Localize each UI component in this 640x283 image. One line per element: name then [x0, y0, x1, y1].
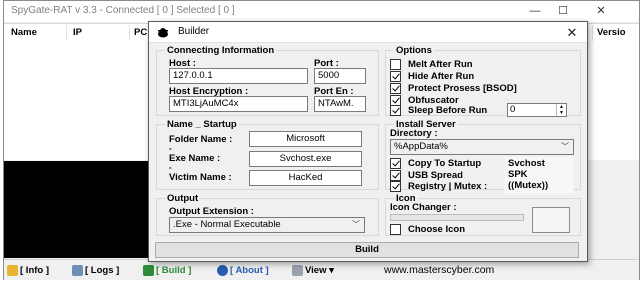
icon-changer-bar	[390, 214, 524, 221]
checkbox-box	[390, 71, 401, 82]
checkbox-box	[390, 181, 401, 192]
build-icon	[143, 264, 154, 276]
column-header-pc[interactable]: PC	[134, 27, 147, 38]
chevron-down-icon: ﹀	[561, 142, 569, 151]
maximize-button[interactable]: ☐	[548, 1, 578, 22]
output-title: Output	[165, 193, 201, 204]
options-title: Options	[394, 45, 434, 56]
checkbox-box	[390, 170, 401, 181]
checkbox-box	[390, 105, 401, 116]
sleep-seconds-spinner[interactable]: 0 ▲ ▼	[507, 103, 567, 117]
exe-name-input[interactable]: Svchost.exe	[249, 151, 362, 167]
logs-tab-label: [ Logs ]	[85, 264, 120, 276]
sleep-seconds-value: 0	[510, 104, 516, 115]
folder-name-input[interactable]: Microsoft	[249, 131, 362, 147]
checkbox-label: Hide After Run	[408, 71, 475, 82]
checkbox-box	[390, 83, 401, 94]
output-extension-select[interactable]: .Exe - Normal Executable ﹀	[169, 217, 365, 233]
about-tab[interactable]: [ About ]	[217, 262, 269, 278]
info-icon	[7, 264, 18, 276]
build-tab[interactable]: [ Build ]	[143, 262, 191, 278]
checkbox-label: Sleep Before Run	[408, 105, 488, 116]
builder-close-button[interactable]: ✕	[561, 23, 583, 42]
info-tab-label: [ Info ]	[20, 264, 50, 276]
column-separator[interactable]	[592, 25, 593, 41]
checkbox-label: Protect Prosess [BSOD]	[408, 83, 517, 94]
view-menu-label: View ▾	[305, 264, 334, 276]
icon-changer-label: Icon Changer :	[390, 202, 457, 213]
protect-process-checkbox[interactable]: Protect Prosess [BSOD]	[390, 83, 517, 94]
victim-name-label: Victim Name :	[169, 172, 232, 183]
folder-name-label: Folder Name :	[169, 134, 233, 145]
checkbox-label: Choose Icon	[408, 224, 466, 235]
view-icon	[292, 264, 303, 276]
build-tab-label: [ Build ]	[156, 264, 192, 276]
builder-titlebar: Builder ✕	[149, 22, 587, 43]
checkbox-label: Melt After Run	[408, 59, 473, 70]
connecting-information-title: Connecting Information	[165, 45, 277, 56]
build-button[interactable]: Build	[155, 242, 579, 258]
directory-select[interactable]: %AppData% ﹀	[390, 139, 574, 155]
website-link[interactable]: www.masterscyber.com	[384, 262, 494, 278]
output-extension-label: Output Extension :	[169, 206, 254, 217]
mutex-input[interactable]: ((Mutex))	[504, 178, 574, 194]
name-startup-title: Name _ Startup	[165, 119, 239, 130]
connecting-information-group: Connecting Information Host : 127.0.0.1 …	[156, 45, 379, 116]
name-startup-group: Name _ Startup Folder Name : - Microsoft…	[156, 119, 379, 190]
spy-icon	[158, 28, 168, 38]
mutex-value: ((Mutex))	[508, 180, 549, 191]
spinner-arrows-icon[interactable]: ▲ ▼	[556, 104, 566, 116]
icon-preview[interactable]	[532, 207, 570, 233]
minimize-button[interactable]: —	[520, 1, 550, 22]
output-extension-value: .Exe - Normal Executable	[173, 219, 281, 230]
logs-tab[interactable]: [ Logs ]	[72, 262, 119, 278]
victim-name-input[interactable]: HacKed	[249, 170, 362, 186]
about-icon	[217, 264, 228, 276]
checkbox-label: Copy To Startup	[408, 158, 482, 169]
column-separator[interactable]	[66, 25, 67, 41]
exe-name-dash: -	[169, 163, 172, 172]
close-button[interactable]: ✕	[586, 1, 616, 22]
registry-mutex-checkbox[interactable]: Registry | Mutex :	[390, 181, 487, 192]
melt-after-run-checkbox[interactable]: Melt After Run	[390, 59, 473, 70]
main-window-title: SpyGate-RAT v 3.3 - Connected [ 0 ] Sele…	[11, 5, 235, 16]
icon-group: Icon Icon Changer : Choose Icon	[385, 193, 581, 236]
info-tab[interactable]: [ Info ]	[7, 262, 49, 278]
checkbox-box	[390, 224, 401, 235]
port-encryption-input[interactable]: NTAwM.	[314, 96, 366, 112]
hide-after-run-checkbox[interactable]: Hide After Run	[390, 71, 474, 82]
sleep-before-run-checkbox[interactable]: Sleep Before Run	[390, 105, 487, 116]
builder-title: Builder	[178, 26, 210, 37]
column-header-name[interactable]: Name	[11, 27, 37, 38]
log-panel[interactable]	[4, 161, 150, 258]
view-menu[interactable]: View ▾	[292, 262, 334, 278]
options-group: Options Melt After Run Hide After Run Pr…	[385, 45, 581, 117]
column-separator[interactable]	[129, 25, 130, 41]
about-tab-label: [ About ]	[230, 264, 269, 276]
exe-name-label: Exe Name :	[169, 153, 221, 164]
choose-icon-checkbox[interactable]: Choose Icon	[390, 224, 465, 235]
port-input[interactable]: 5000	[314, 68, 366, 84]
logs-icon	[72, 264, 83, 276]
folder-name-dash: -	[169, 144, 172, 153]
chevron-down-icon: ﹀	[352, 220, 360, 229]
column-header-ip[interactable]: IP	[73, 27, 82, 38]
builder-dialog: Builder ✕ Connecting Information Host : …	[148, 21, 588, 262]
usb-spread-checkbox[interactable]: USB Spread	[390, 170, 463, 181]
host-input[interactable]: 127.0.0.1	[169, 68, 308, 84]
checkbox-box	[390, 158, 401, 169]
host-encryption-input[interactable]: MTI3LjAuMC4x	[169, 96, 308, 112]
column-header-version[interactable]: Versio	[597, 27, 626, 38]
checkbox-label: Registry | Mutex :	[408, 181, 488, 192]
status-bar: [ Info ] [ Logs ] [ Build ] [ About ] Vi…	[4, 259, 639, 280]
checkbox-box	[390, 59, 401, 70]
directory-value: %AppData%	[394, 141, 448, 152]
main-titlebar: SpyGate-RAT v 3.3 - Connected [ 0 ] Sele…	[4, 1, 639, 22]
output-group: Output Output Extension : .Exe - Normal …	[156, 193, 379, 236]
copy-to-startup-checkbox[interactable]: Copy To Startup	[390, 158, 481, 169]
directory-label: Directory :	[390, 128, 438, 139]
install-server-group: Install Server Directory : %AppData% ﹀ C…	[385, 119, 581, 194]
checkbox-label: USB Spread	[408, 170, 463, 181]
